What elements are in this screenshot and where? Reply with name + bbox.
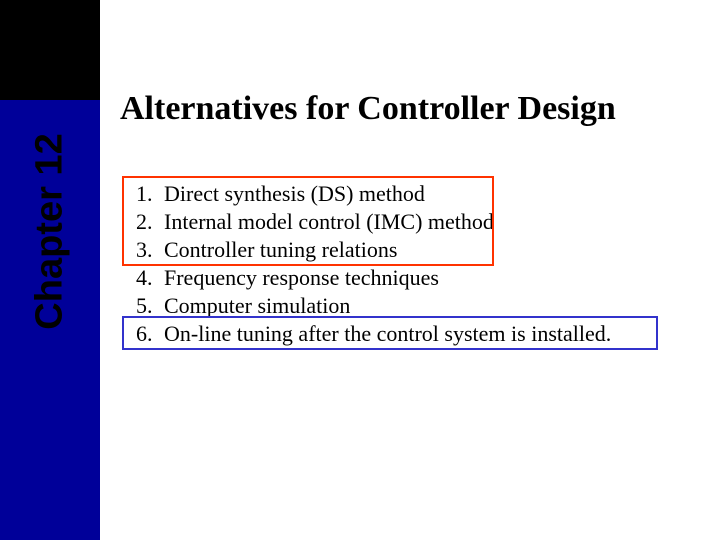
slide-title: Alternatives for Controller Design	[120, 90, 710, 127]
chapter-label: Chapter 12	[29, 133, 72, 329]
list-item: Direct synthesis (DS) method	[158, 180, 670, 208]
corner-block	[0, 0, 100, 100]
chapter-sidebar: Chapter 12	[0, 100, 100, 540]
list-container: Direct synthesis (DS) method Internal mo…	[130, 180, 670, 348]
list-item: Computer simulation	[158, 292, 670, 320]
list-item: Internal model control (IMC) method	[158, 208, 670, 236]
list-item: Frequency response techniques	[158, 264, 670, 292]
numbered-list: Direct synthesis (DS) method Internal mo…	[130, 180, 670, 348]
list-item: On-line tuning after the control system …	[158, 320, 670, 348]
slide: Chapter 12 Alternatives for Controller D…	[0, 0, 720, 540]
list-item: Controller tuning relations	[158, 236, 670, 264]
